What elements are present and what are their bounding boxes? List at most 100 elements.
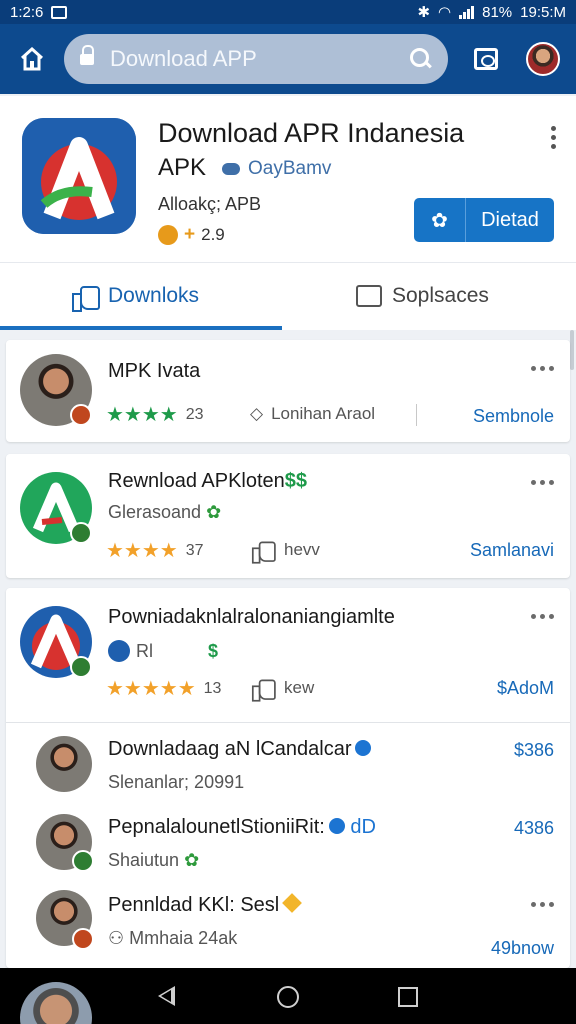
comment-icon — [356, 285, 382, 307]
plus-icon: + — [184, 224, 196, 245]
star-rating: ★★★★ 23 — [106, 402, 204, 427]
badge-icon — [70, 404, 92, 426]
item-price[interactable]: Samlanavi — [470, 540, 554, 561]
avatar-small — [108, 640, 130, 662]
verified-icon — [355, 740, 372, 756]
item-meta: ◇ Lonihan Araol — [250, 404, 375, 424]
tab-downloads[interactable]: Downloks — [72, 263, 199, 329]
sub-item-title-text: PepnalalounetlStioniiRit: — [108, 816, 325, 838]
store-icon — [474, 48, 498, 70]
item-meta: hevv — [250, 538, 320, 564]
item-subtitle: Rl $ — [108, 640, 218, 662]
more-options-icon[interactable] — [551, 126, 556, 149]
recent-apps-icon[interactable] — [398, 987, 418, 1007]
star-icon: ★★★★★ — [106, 678, 196, 700]
item-subtitle-text: Glerasoand — [108, 502, 202, 522]
sub-item-price[interactable]: $386 — [514, 740, 554, 761]
avatar — [20, 982, 92, 1024]
verified-badge-icon — [70, 656, 92, 678]
tab-bar: Downloks Soplsaces — [0, 262, 576, 330]
user-icon: ⚇ — [108, 928, 125, 948]
home-button[interactable] — [0, 24, 64, 94]
item-subtitle-extra: $ — [208, 641, 219, 661]
thumbs-up-icon — [251, 678, 276, 702]
item-subtitle-text: Rl — [136, 641, 153, 661]
home-icon — [20, 47, 44, 71]
rating-value: 2.9 — [201, 225, 225, 244]
app-title: Download APR Indanesia — [158, 118, 465, 148]
developer-link[interactable]: OayBamv — [222, 158, 331, 180]
status-time: 1:2:6 — [10, 3, 44, 21]
sub-item-title: Pennldad KKl: Sesl — [108, 893, 303, 917]
flower-icon: ✿ — [414, 198, 466, 242]
sub-item-title-text: Pennldad KKl: Sesl — [108, 894, 280, 916]
item-price[interactable]: $AdoM — [497, 678, 554, 699]
meta-text: hevv — [284, 540, 320, 559]
sub-item-subtitle: ⚇ Mmhaia 24ak — [108, 928, 237, 949]
thumbs-up-icon — [251, 540, 276, 564]
signal-icon — [459, 5, 475, 19]
divider — [416, 404, 417, 426]
install-label: Dietad — [481, 208, 539, 231]
sub-item-price[interactable]: 4386 — [514, 818, 554, 839]
store-button[interactable] — [448, 24, 524, 94]
image-notification-icon — [51, 5, 68, 19]
profile-avatar[interactable] — [526, 42, 560, 76]
sub-item-title-text: Downladaag aN lCandalcar — [108, 738, 352, 760]
navigation-bar — [0, 968, 576, 1024]
tab-spaces-label: Soplsaces — [392, 284, 489, 307]
thumbs-up-icon — [72, 284, 100, 312]
install-button[interactable]: ✿ Dietad — [414, 198, 554, 242]
app-logo — [22, 118, 136, 234]
tag-icon: ◇ — [250, 404, 264, 423]
item-title-extra: $$ — [284, 470, 308, 492]
diamond-icon — [282, 893, 303, 913]
status-clock: 19:5:M — [520, 3, 566, 21]
verified-icon — [328, 818, 345, 834]
list-item[interactable]: MPK Ivata ★★★★ 23 ◇ Lonihan Araol Sembno… — [6, 340, 570, 442]
home-nav-icon[interactable] — [277, 986, 299, 1008]
search-bar[interactable]: Download APP — [64, 34, 448, 84]
scrollbar[interactable] — [570, 330, 574, 370]
list-item[interactable]: Rewnload APKloten$$ Glerasoand ✿ ★★★★ 37… — [6, 454, 570, 578]
item-title: Rewnload APKloten$$ — [108, 470, 307, 493]
active-tab-indicator — [0, 326, 282, 330]
sub-item-subtitle: Slenanlar; 20991 — [108, 772, 245, 792]
item-meta: kew — [250, 676, 315, 702]
more-options-icon[interactable] — [531, 902, 554, 907]
star-rating: ★★★★★ 13 — [106, 676, 221, 701]
battery-level: 81% — [482, 3, 513, 21]
list-item[interactable]: Powniadaknlalralonaniangiamlte Rl $ ★★★★… — [6, 588, 570, 968]
sub-item-subtitle: Shaiutun ✿ — [108, 850, 199, 871]
more-options-icon[interactable] — [531, 366, 554, 371]
item-title: Powniadaknlalralonaniangiamlte — [108, 606, 395, 628]
more-options-icon[interactable] — [531, 480, 554, 485]
sub-item-price[interactable]: 49bnow — [491, 938, 554, 959]
verified-badge-icon — [72, 850, 94, 872]
more-options-icon[interactable] — [531, 614, 554, 619]
meta-text: kew — [284, 678, 315, 697]
item-price[interactable]: Sembnole — [473, 406, 554, 427]
leaf-icon: ✿ — [206, 502, 222, 522]
cloud-icon — [222, 163, 240, 175]
tab-spaces[interactable]: Soplsaces — [356, 263, 489, 329]
developer-name: OayBamv — [248, 158, 332, 179]
sub-item-title: Downladaag aN lCandalcar — [108, 738, 372, 761]
item-title-text: Rewnload APKloten — [108, 470, 285, 492]
sub-item-tag: dD — [350, 816, 376, 838]
meta-text: Lonihan Araol — [271, 404, 376, 423]
item-title: MPK Ivata — [108, 360, 201, 382]
status-bar: 1:2:6 ✱ ◠ 81% 19:5:M — [0, 0, 576, 24]
star-rating: ★★★★ 37 — [106, 538, 204, 563]
app-title-line2: APK — [158, 154, 207, 181]
rating-count: 23 — [185, 405, 204, 423]
app-bar: Download APP — [0, 24, 576, 94]
app-rating: + 2.9 — [158, 224, 225, 246]
star-icon: ★★★★ — [106, 404, 178, 426]
back-icon[interactable] — [158, 986, 175, 1006]
search-icon[interactable] — [410, 48, 432, 70]
star-icon: ★★★★ — [106, 540, 178, 562]
search-input[interactable]: Download APP — [110, 46, 410, 72]
app-category: Alloakç; APB — [158, 194, 262, 214]
sub-item-title: PepnalalounetlStioniiRit: dD — [108, 816, 376, 839]
